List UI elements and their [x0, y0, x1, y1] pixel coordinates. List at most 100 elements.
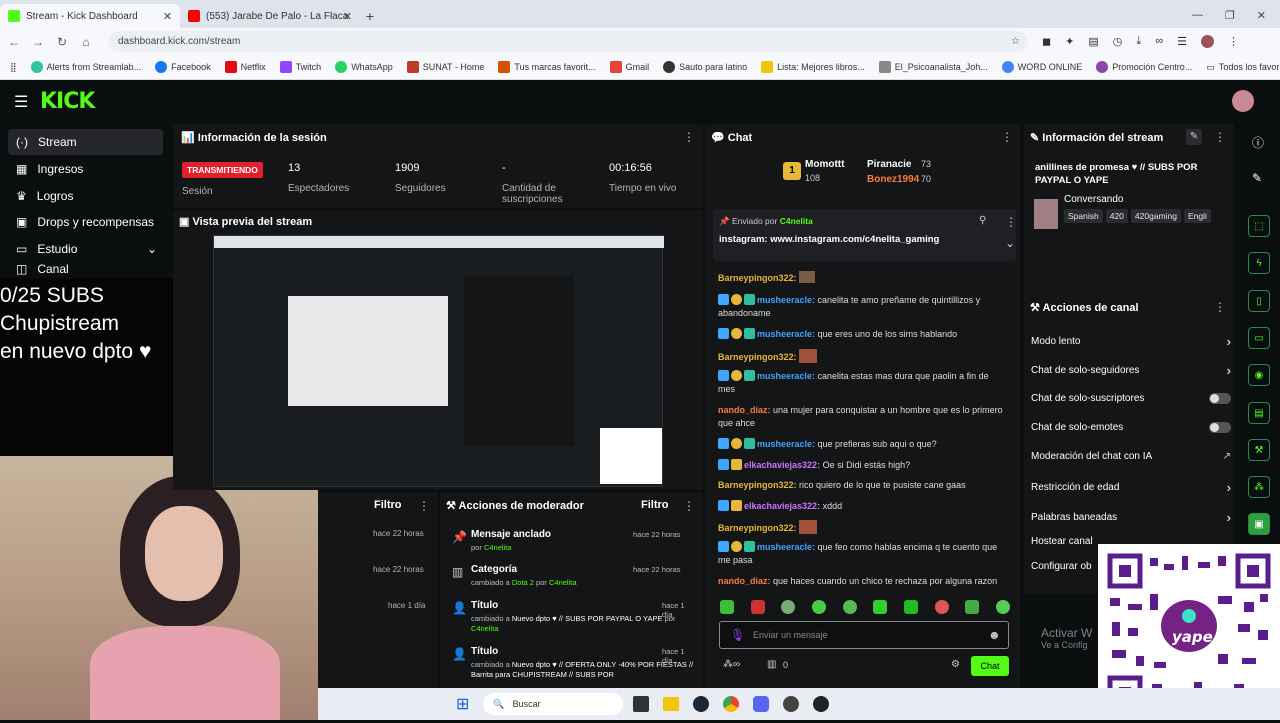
filter-button[interactable]: Filtro — [374, 499, 402, 511]
settings-icon[interactable]: ⚙ — [951, 659, 960, 670]
browser-tab-kick[interactable]: Stream - Kick Dashboard ✕ — [0, 4, 180, 28]
forward-icon[interactable]: → — [26, 35, 50, 49]
tag[interactable]: 420gaming — [1130, 209, 1181, 223]
file-explorer-icon[interactable] — [663, 697, 680, 711]
all-bookmarks[interactable]: ▭Todos los favoritos — [1199, 62, 1280, 73]
emote-icon[interactable] — [965, 600, 980, 614]
leader-name[interactable]: Bonez1994 — [867, 174, 919, 185]
more-icon[interactable]: ⋮ — [683, 499, 695, 513]
emote-icon[interactable] — [750, 600, 765, 614]
followers-only-item[interactable]: Chat de solo-seguidores › — [1031, 363, 1231, 378]
bookmark[interactable]: El_Psicoanalista_Joh... — [872, 61, 995, 73]
sidebar-item-estudio[interactable]: ▭ Estudio ⌄ — [8, 236, 163, 262]
back-icon[interactable]: ← — [2, 35, 26, 49]
chat-input[interactable]: 🎙 Enviar un mensaje ☻ — [719, 621, 1009, 649]
emote-icon[interactable] — [720, 600, 734, 614]
mic-icon[interactable]: 🎙 — [730, 628, 745, 642]
tag[interactable]: Spanish — [1064, 209, 1103, 223]
profile-avatar[interactable] — [1200, 35, 1214, 48]
maximize-icon[interactable]: ❐ — [1225, 9, 1235, 22]
app-icon[interactable] — [783, 696, 800, 712]
hamburger-icon[interactable]: ☰ — [14, 92, 28, 112]
subs-only-item[interactable]: Chat de solo-suscriptores — [1031, 393, 1231, 404]
leader-name[interactable]: Momottt — [805, 159, 844, 170]
rail-crop-icon[interactable]: ⬚ — [1248, 215, 1270, 237]
rail-doc-icon[interactable]: ▯ — [1248, 290, 1270, 312]
emote-icon[interactable] — [934, 600, 949, 614]
more-icon[interactable]: ⋮ — [683, 130, 695, 144]
apps-icon[interactable]: ⣿ — [0, 62, 24, 73]
banned-words-item[interactable]: Palabras baneadas › — [1031, 510, 1231, 525]
browser-tab-youtube[interactable]: (553) Jarabe De Palo - La Flaca ✕ — [180, 4, 360, 28]
emote-icon[interactable] — [781, 600, 796, 614]
leader-name[interactable]: Piranacie — [867, 159, 911, 170]
task-view-icon[interactable] — [633, 696, 650, 712]
age-restriction-item[interactable]: Restricción de edad › — [1031, 480, 1231, 495]
bookmark[interactable]: Sauto para latino — [656, 61, 754, 73]
rail-active-icon[interactable]: ▣ — [1248, 513, 1270, 535]
edit-icon[interactable]: ✎ — [1186, 129, 1202, 145]
obs-icon[interactable] — [813, 696, 830, 712]
ai-moderation-item[interactable]: Moderación del chat con IA ↗ — [1031, 451, 1231, 462]
emote-icon[interactable] — [873, 600, 888, 614]
reload-icon[interactable]: ↻ — [50, 35, 74, 49]
bookmark[interactable]: SUNAT - Home — [400, 61, 492, 73]
bookmark[interactable]: Promoción Centro... — [1089, 61, 1199, 73]
emote-icon[interactable] — [842, 600, 857, 614]
sidebar-item-canal[interactable]: ◫ Canal — [8, 262, 163, 276]
bookmark[interactable]: Gmail — [603, 61, 657, 73]
more-icon[interactable]: ⋮ — [1005, 215, 1017, 229]
new-tab-button[interactable]: + — [360, 8, 380, 24]
bookmark[interactable]: Twitch — [273, 61, 329, 73]
puzzle-icon[interactable]: ✦ — [1065, 35, 1074, 48]
minimize-icon[interactable]: — — [1192, 9, 1203, 22]
bookmark[interactable]: WORD ONLINE — [995, 61, 1090, 73]
tag[interactable]: 420 — [1105, 209, 1128, 223]
sidebar-item-logros[interactable]: ♛ Logros — [8, 183, 163, 209]
taskbar-search[interactable]: 🔍 Buscar — [483, 693, 624, 715]
close-tab-icon[interactable]: ✕ — [163, 10, 172, 23]
more-icon[interactable]: ⋮ — [1214, 130, 1226, 144]
tag[interactable]: Engli — [1183, 209, 1211, 223]
points-icon[interactable]: ⁂∞ — [723, 659, 740, 670]
more-icon[interactable]: ⋮ — [1214, 300, 1226, 314]
close-window-icon[interactable]: ✕ — [1257, 9, 1266, 22]
bookmark[interactable]: Alerts from Streamlab... — [24, 61, 149, 73]
close-tab-icon[interactable]: ✕ — [343, 10, 352, 23]
filter-button[interactable]: Filtro — [641, 499, 669, 511]
url-input[interactable]: dashboard.kick.com/stream ☆ — [108, 31, 1028, 52]
more-icon[interactable]: ⋮ — [418, 499, 430, 513]
bookmark[interactable]: Tus marcas favorit... — [491, 61, 602, 73]
bookmark[interactable]: Netflix — [218, 61, 273, 73]
pencil-icon[interactable]: ✎ — [1252, 171, 1262, 185]
download-icon[interactable]: ⤓ — [1136, 35, 1141, 48]
rail-layout-icon[interactable]: ▤ — [1248, 402, 1270, 424]
windows-start-icon[interactable]: ⊞ — [456, 694, 469, 714]
emotes-only-item[interactable]: Chat de solo-emotes — [1031, 422, 1231, 433]
chrome-icon[interactable] — [723, 696, 740, 712]
rail-bolt-icon[interactable]: ϟ — [1248, 252, 1270, 274]
bookmark[interactable]: Lista: Mejores libros... — [754, 61, 872, 73]
emoji-icon[interactable]: ☻ — [988, 628, 1001, 642]
gift-icon[interactable]: ▥ — [767, 659, 776, 670]
discord-icon[interactable] — [753, 696, 770, 712]
send-chat-button[interactable]: Chat — [971, 656, 1009, 676]
sidebar-item-drops[interactable]: ▣ Drops y recompensas — [8, 209, 163, 235]
emotes-only-toggle[interactable] — [1209, 422, 1231, 433]
info-icon[interactable]: ⓘ — [1252, 134, 1264, 151]
kick-logo[interactable]: KICK — [40, 89, 95, 114]
chevron-down-icon[interactable]: ⌄ — [1005, 236, 1015, 250]
home-icon[interactable]: ⌂ — [74, 35, 98, 49]
rail-broadcast-icon[interactable]: ◉ — [1248, 364, 1270, 386]
history-icon[interactable]: ◷ — [1113, 35, 1123, 48]
user-avatar[interactable] — [1232, 90, 1254, 112]
rail-wrench-icon[interactable]: ⚒ — [1248, 439, 1270, 461]
extension-icon[interactable]: ◼ — [1042, 35, 1051, 48]
bookmark[interactable]: WhatsApp — [328, 61, 400, 73]
sidebar-item-stream[interactable]: (·) Stream — [8, 129, 163, 155]
steam-icon[interactable] — [693, 696, 710, 712]
emote-icon[interactable] — [995, 600, 1010, 614]
more-icon[interactable]: ⋮ — [1228, 35, 1239, 48]
bookmark[interactable]: Facebook — [148, 61, 218, 73]
rail-chat-icon[interactable]: ▭ — [1248, 327, 1270, 349]
